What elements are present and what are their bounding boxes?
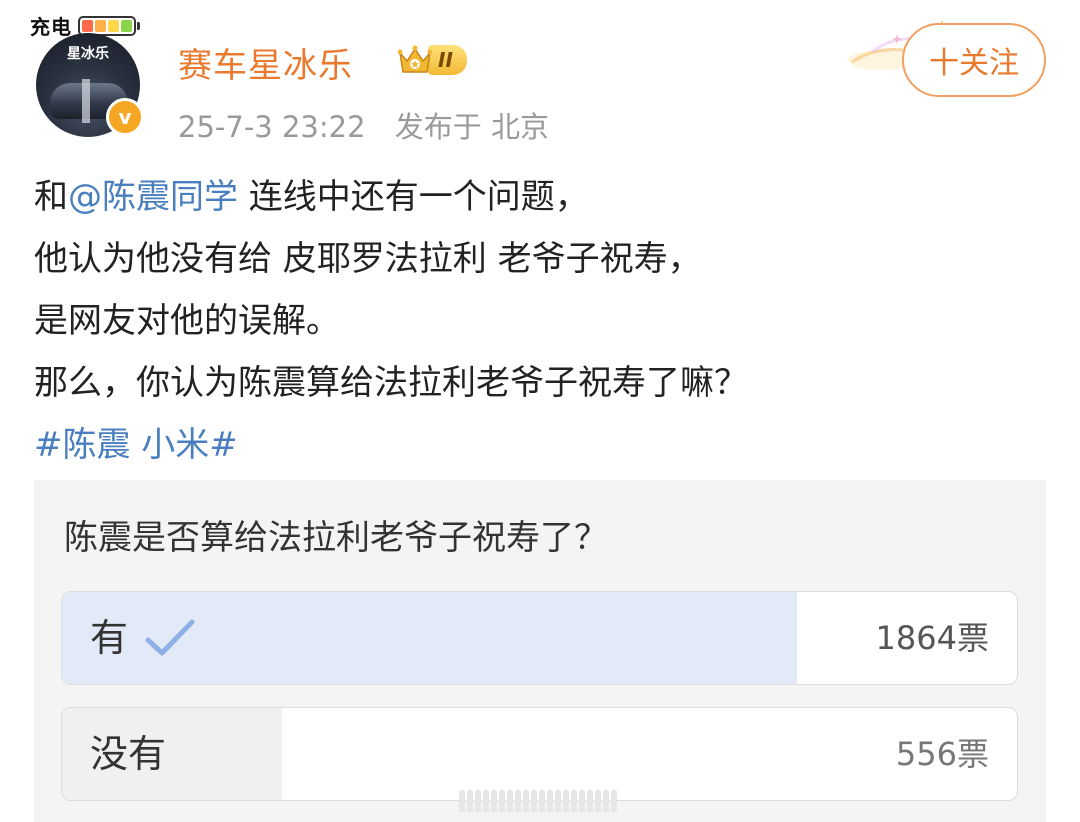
follow-button-label: 十关注: [929, 46, 1019, 81]
post-line-4: 那么，你认为陈震算给法拉利老爷子祝寿了嘛？: [34, 363, 748, 403]
post-location: 发布于 北京: [394, 110, 549, 144]
poll-option-votes: 1864票: [875, 619, 989, 657]
mention-link[interactable]: @陈震同学: [68, 177, 238, 217]
poll-card: 陈震是否算给法拉利老爷子祝寿了？ 有 1864票 没有 556票: [34, 480, 1046, 822]
username[interactable]: 赛车星冰乐: [178, 38, 353, 87]
post-line-2: 他认为他没有给 皮耶罗法拉利 老爷子祝寿，: [34, 239, 702, 279]
checkmark-icon: [145, 619, 195, 656]
post-line-1: 和@陈震同学 连线中还有一个问题，: [34, 177, 589, 217]
poll-option-votes: 556票: [895, 735, 989, 773]
follow-button[interactable]: 十关注: [902, 23, 1046, 97]
charge-label: 充电: [30, 15, 72, 39]
post-meta: 25-7-3 23:22 发布于 北京: [178, 104, 569, 146]
level-badge[interactable]: II: [398, 42, 467, 78]
poll-option-label: 没有: [90, 732, 167, 776]
avatar-text: 星冰乐: [67, 46, 109, 62]
crown-badge-icon: [398, 45, 432, 73]
poll-option-no[interactable]: 没有 556票: [61, 707, 1018, 801]
post-content: 和@陈震同学 连线中还有一个问题， 他认为他没有给 皮耶罗法拉利 老爷子祝寿， …: [34, 166, 1044, 476]
poll-option-yes[interactable]: 有 1864票: [61, 591, 1018, 685]
level-badge-text: II: [428, 45, 467, 75]
poll-question: 陈震是否算给法拉利老爷子祝寿了？: [64, 518, 608, 558]
post-timestamp: 25-7-3 23:22: [178, 110, 366, 144]
verified-icon: v: [106, 98, 144, 136]
hashtag-link[interactable]: #陈震 小米#: [34, 414, 238, 476]
poll-option-label: 有: [90, 616, 129, 660]
watermark-bars: [459, 790, 617, 812]
post-line-3: 是网友对他的误解。: [34, 301, 340, 341]
